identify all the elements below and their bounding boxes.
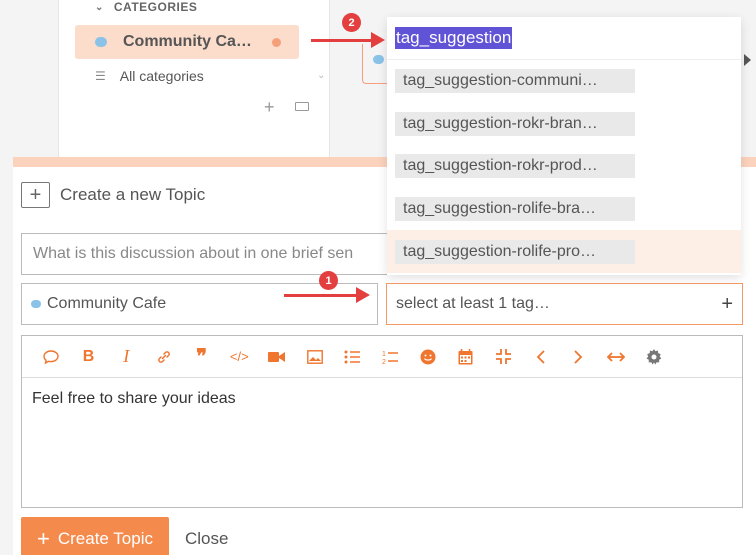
tag-option[interactable]: tag_suggestion-rokr-prod… <box>387 145 741 188</box>
list-icon: ☰ <box>95 69 106 83</box>
topic-title-input[interactable]: What is this discussion about in one bri… <box>21 233 391 275</box>
editor: B I ❞ </> 12 Feel free to share your ide… <box>21 335 743 508</box>
numbered-list-icon[interactable]: 12 <box>371 343 409 371</box>
tag-option-label: tag_suggestion-communi… <box>395 69 635 94</box>
plus-icon: + <box>37 525 50 551</box>
annotation-badge-2: 2 <box>342 13 361 32</box>
tag-option[interactable]: tag_suggestion-communi… <box>387 60 741 103</box>
chat-bubble-icon <box>95 37 107 47</box>
tag-search-input[interactable]: tag_suggestion <box>387 17 741 60</box>
tag-select[interactable]: select at least 1 tag… + <box>386 283 743 325</box>
categories-header-label: CATEGORIES <box>113 0 198 14</box>
blockquote-icon[interactable]: ❞ <box>183 343 221 371</box>
chevron-down-icon: ⌄ <box>317 70 326 81</box>
tag-option-label: tag_suggestion-rolife-pro… <box>395 239 635 264</box>
svg-text:1: 1 <box>382 351 386 358</box>
keyboard-icon[interactable] <box>295 102 309 111</box>
tag-search-value: tag_suggestion <box>395 27 513 49</box>
tag-select-placeholder: select at least 1 tag… <box>396 295 550 312</box>
link-icon[interactable] <box>145 343 183 371</box>
tag-option-label: tag_suggestion-rokr-bran… <box>395 111 635 136</box>
chevron-down-icon: ⌄ <box>95 1 104 13</box>
bold-icon[interactable]: B <box>70 343 108 371</box>
sidebar-item-community-cafe[interactable]: Community Ca… <box>75 25 299 59</box>
editor-toolbar: B I ❞ </> 12 <box>22 336 742 378</box>
caret-right-icon <box>744 54 751 66</box>
chat-bubble-icon <box>373 55 384 64</box>
chat-bubble-icon <box>31 300 41 308</box>
create-topic-button[interactable]: + Create Topic <box>21 517 169 555</box>
expand-horizontal-icon[interactable] <box>597 343 635 371</box>
annotation-badge-1: 1 <box>319 271 338 290</box>
category-select-value: Community Cafe <box>47 295 167 312</box>
calendar-icon[interactable] <box>447 343 485 371</box>
svg-text:2: 2 <box>382 359 386 365</box>
image-icon[interactable] <box>296 343 334 371</box>
italic-icon[interactable]: I <box>107 343 145 371</box>
annotation-arrow-1 <box>284 287 370 303</box>
annotation-arrow-2 <box>311 32 385 48</box>
tag-option-label: tag_suggestion-rolife-bra… <box>395 197 635 222</box>
bullet-list-icon[interactable] <box>334 343 372 371</box>
gear-icon[interactable] <box>635 343 673 371</box>
chevron-right-icon[interactable] <box>560 343 598 371</box>
topic-title-placeholder: What is this discussion about in one bri… <box>33 245 354 262</box>
tag-dropdown: tag_suggestion tag_suggestion-communi… t… <box>387 17 741 275</box>
categories-header[interactable]: ⌄ CATEGORIES <box>95 0 197 14</box>
add-icon[interactable]: + <box>264 97 275 118</box>
chevron-left-icon[interactable] <box>522 343 560 371</box>
emoji-icon[interactable] <box>409 343 447 371</box>
sidebar-item-label: All categories <box>119 68 204 84</box>
create-topic-title: Create a new Topic <box>60 185 206 204</box>
code-icon[interactable]: </> <box>220 343 258 371</box>
editor-content[interactable]: Feel free to share your ideas <box>22 378 742 420</box>
tag-option[interactable]: tag_suggestion-rolife-bra… <box>387 188 741 231</box>
unread-dot-icon <box>272 37 281 47</box>
quote-bubble-icon[interactable] <box>32 343 70 371</box>
connector-line <box>362 44 390 84</box>
plus-icon[interactable]: + <box>721 293 733 316</box>
create-topic-button-label: Create Topic <box>57 528 153 548</box>
sidebar-item-label: Community Ca… <box>123 33 252 50</box>
collapse-icon[interactable] <box>484 343 522 371</box>
tag-option-highlighted[interactable]: tag_suggestion-rolife-pro… <box>387 230 741 273</box>
plus-box-icon[interactable]: + <box>21 182 50 208</box>
sidebar-panel: ⌄ CATEGORIES Community Ca… ☰ All categor… <box>58 0 330 160</box>
close-button[interactable]: Close <box>185 529 228 549</box>
tag-option-label: tag_suggestion-rokr-prod… <box>395 154 635 179</box>
video-icon[interactable] <box>258 343 296 371</box>
tag-option[interactable]: tag_suggestion-rokr-bran… <box>387 103 741 146</box>
sidebar-item-all-categories[interactable]: ☰ All categories <box>95 66 204 86</box>
create-topic-header: + Create a new Topic <box>21 182 205 208</box>
